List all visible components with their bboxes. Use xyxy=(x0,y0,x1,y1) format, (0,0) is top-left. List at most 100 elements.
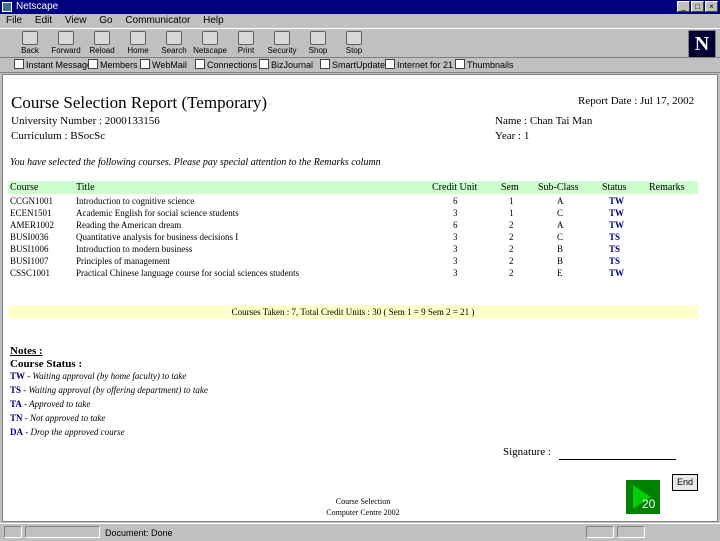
row-credit: 6 xyxy=(453,196,458,206)
row-title: Academic English for social science stud… xyxy=(76,208,239,218)
close-button[interactable]: × xyxy=(705,1,718,12)
col-remarks: Remarks xyxy=(649,182,685,193)
status-text: Document: Done xyxy=(105,528,173,538)
row-status: TW xyxy=(609,196,625,206)
row-title: Quantitative analysis for business decis… xyxy=(76,232,239,242)
search-button[interactable]: Search xyxy=(156,31,192,55)
menu-view[interactable]: View xyxy=(65,15,87,26)
report-date: Report Date : Jul 17, 2002 xyxy=(578,95,695,107)
shop-icon xyxy=(310,31,326,45)
slide-number: 20 xyxy=(642,497,656,511)
row-sem: 2 xyxy=(509,220,514,230)
status-bar: Document: Done xyxy=(0,523,720,540)
row-title: Introduction to modern business xyxy=(76,244,193,254)
progress-panel xyxy=(25,526,100,538)
home-button[interactable]: Home xyxy=(120,31,156,55)
status-panel-component xyxy=(586,526,614,538)
bookmark-icon xyxy=(259,59,269,69)
bookmark-instant-message[interactable]: Instant Message xyxy=(14,58,92,72)
page-footer: Course Selection Computer Centre 2002 xyxy=(326,497,400,517)
reload-button[interactable]: Reload xyxy=(84,31,120,55)
university-number: University Number : 2000133156 xyxy=(11,115,160,127)
status-panel-mail[interactable] xyxy=(617,526,645,538)
bookmark-connections[interactable]: Connections xyxy=(195,58,257,72)
bookmark-icon xyxy=(385,59,395,69)
table-header: Course Title Credit Unit Sem Sub-Class S… xyxy=(8,181,698,194)
page-title: Course Selection Report (Temporary) xyxy=(11,93,268,112)
row-title: Principles of management xyxy=(76,256,170,266)
row-status: TS xyxy=(609,256,621,266)
menu-help[interactable]: Help xyxy=(203,15,224,26)
print-icon xyxy=(238,31,254,45)
menu-file[interactable]: File xyxy=(6,15,22,26)
netscape-app-icon xyxy=(2,2,12,12)
curriculum: Curriculum : BSocSc xyxy=(11,130,106,142)
forward-button[interactable]: Forward xyxy=(48,31,84,55)
row-sem: 2 xyxy=(509,244,514,254)
bookmark-icon xyxy=(14,59,24,69)
row-course: BUSI1007 xyxy=(10,256,49,266)
home-icon xyxy=(130,31,146,45)
bookmark-icon xyxy=(140,59,150,69)
row-status: TS xyxy=(609,244,621,254)
bookmark-smartupdate[interactable]: SmartUpdate xyxy=(320,58,385,72)
bookmark-members[interactable]: Members xyxy=(88,58,138,72)
netscape-logo-icon[interactable]: N xyxy=(688,30,716,58)
row-sub: E xyxy=(557,268,563,278)
signature-line xyxy=(559,459,676,460)
row-sub: B xyxy=(557,256,564,266)
security-button[interactable]: Security xyxy=(264,31,300,55)
col-sub-class: Sub-Class xyxy=(538,182,579,193)
personal-toolbar: Instant Message Members WebMail Connecti… xyxy=(0,58,720,73)
print-button[interactable]: Print xyxy=(228,31,264,55)
credit-summary: Courses Taken : 7, Total Credit Units : … xyxy=(8,305,698,319)
bookmark-bizjournal[interactable]: BizJournal xyxy=(259,58,313,72)
shop-button[interactable]: Shop xyxy=(300,31,336,55)
row-title: Practical Chinese language course for so… xyxy=(76,268,300,278)
forward-icon xyxy=(58,31,74,45)
status-legend-tw: TW - Waiting approval (by home faculty) … xyxy=(10,371,187,381)
row-status: TS xyxy=(609,232,621,242)
maximize-button[interactable]: □ xyxy=(691,1,704,12)
status-legend-ta: TA - Approved to take xyxy=(10,399,91,409)
page-content: Course Selection Report (Temporary) Repo… xyxy=(2,74,718,522)
row-credit: 3 xyxy=(453,232,458,242)
row-course: AMER1002 xyxy=(10,220,55,230)
bookmark-thumbnails[interactable]: Thumbnails xyxy=(455,58,514,72)
minimize-button[interactable]: _ xyxy=(677,1,690,12)
row-sub: C xyxy=(557,208,564,218)
bookmark-webmail[interactable]: WebMail xyxy=(140,58,187,72)
notes-heading: Notes : xyxy=(10,345,43,357)
reload-icon xyxy=(94,31,110,45)
menu-edit[interactable]: Edit xyxy=(35,15,52,26)
window-titlebar: Netscape _ □ × xyxy=(0,0,720,14)
back-button[interactable]: Back xyxy=(12,31,48,55)
bookmark-internet[interactable]: Internet for 21 xyxy=(385,58,453,72)
col-status: Status xyxy=(602,182,627,193)
row-course: BUSI1006 xyxy=(10,244,49,254)
row-credit: 3 xyxy=(453,244,458,254)
signature-label: Signature : xyxy=(503,446,551,458)
bookmark-icon xyxy=(88,59,98,69)
menu-bar: File Edit View Go Communicator Help xyxy=(0,14,720,28)
student-name: Name : Chan Tai Man xyxy=(495,115,593,127)
security-status-icon[interactable] xyxy=(4,526,22,538)
bookmark-icon xyxy=(195,59,205,69)
stop-button[interactable]: Stop xyxy=(336,31,372,55)
row-title: Introduction to cognitive science xyxy=(76,196,195,206)
back-icon xyxy=(22,31,38,45)
student-year: Year : 1 xyxy=(495,130,530,142)
netscape-button[interactable]: Netscape xyxy=(192,31,228,55)
menu-go[interactable]: Go xyxy=(99,15,112,26)
row-title: Reading the American dream xyxy=(76,220,182,230)
col-sem: Sem xyxy=(501,182,519,193)
row-credit: 6 xyxy=(453,220,458,230)
row-status: TW xyxy=(609,268,625,278)
bookmark-icon xyxy=(320,59,330,69)
end-button[interactable]: End xyxy=(672,474,698,491)
menu-communicator[interactable]: Communicator xyxy=(125,15,190,26)
status-legend-da: DA - Drop the approved course xyxy=(10,427,125,437)
window-title: Netscape xyxy=(16,1,59,12)
row-sem: 1 xyxy=(509,208,514,218)
row-status: TW xyxy=(609,220,625,230)
